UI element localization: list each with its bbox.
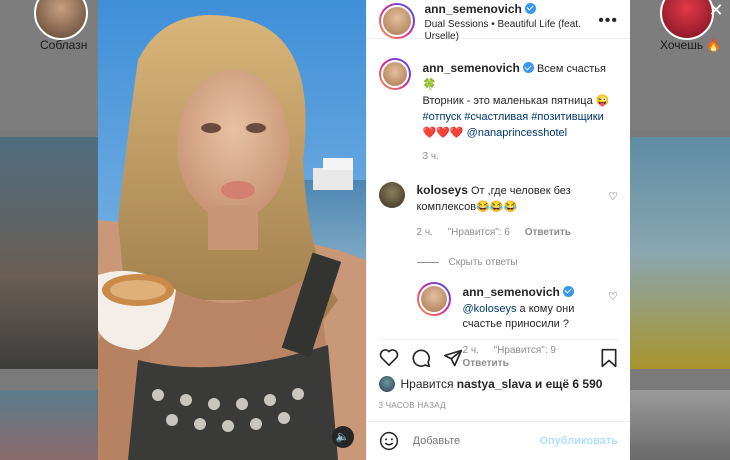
emoji-icon[interactable]: [379, 431, 399, 451]
comment-time[interactable]: 2 ч.: [417, 227, 433, 238]
caption: ann_semenovich Всем счастья 🍀 Вторник - …: [378, 58, 619, 165]
reply-button[interactable]: Ответить: [525, 227, 571, 238]
post-timestamp[interactable]: 3 ЧАСОВ НАЗАД: [379, 401, 446, 410]
header-username[interactable]: ann_semenovich: [425, 2, 522, 16]
grid-tile[interactable]: [0, 390, 98, 460]
heart-icon[interactable]: ♡: [608, 290, 618, 303]
hide-replies-label[interactable]: Скрыть ответы: [449, 257, 518, 268]
reply-mention[interactable]: @koloseys: [463, 303, 517, 315]
caption-hearts: ❤️❤️❤️: [422, 126, 464, 139]
verified-icon: [524, 2, 536, 14]
comment-item: koloseys От ,где человек без комплексов😂…: [378, 182, 618, 241]
sound-icon[interactable]: 🔈: [331, 426, 354, 448]
likes-count[interactable]: и ещё 6 590: [535, 377, 603, 391]
likes-prefix: Нравится: [400, 377, 454, 391]
story-label-left[interactable]: Соблазн: [40, 38, 87, 52]
comment-username[interactable]: koloseys: [417, 183, 468, 197]
reply-username[interactable]: ann_semenovich: [463, 285, 560, 299]
close-icon[interactable]: ✕: [708, 1, 724, 19]
grid-tile[interactable]: [630, 137, 730, 369]
comment-likes[interactable]: "Нравится": 6: [448, 227, 510, 238]
share-icon[interactable]: [443, 348, 463, 368]
grid-tile[interactable]: [0, 137, 98, 369]
heart-icon[interactable]: ♡: [608, 190, 618, 203]
avatar[interactable]: [378, 182, 405, 209]
caption-avatar-ring[interactable]: [378, 58, 411, 90]
more-options-icon[interactable]: •••: [598, 12, 618, 30]
verified-icon: [522, 62, 534, 73]
avatar[interactable]: [380, 60, 409, 88]
comment-input[interactable]: [410, 434, 535, 448]
comment-icon[interactable]: [411, 348, 431, 368]
likes-user[interactable]: nastya_slava: [457, 377, 532, 391]
grid-tile[interactable]: [630, 390, 730, 460]
caption-time[interactable]: 3 ч.: [423, 151, 439, 162]
avatar[interactable]: [380, 5, 413, 37]
caption-username[interactable]: ann_semenovich: [423, 61, 520, 75]
post-header: ann_semenovich Dual Sessions • Beautiful…: [366, 0, 630, 42]
caption-line2: Вторник - это маленькая пятница 😜: [422, 94, 610, 107]
heart-icon[interactable]: [379, 348, 399, 366]
avatar[interactable]: [378, 376, 395, 392]
story-label-right[interactable]: Хочешь 🔥: [660, 38, 721, 52]
caption-mention[interactable]: @nanaprincesshotel: [467, 127, 567, 139]
add-comment-bar: Опубликовать: [366, 421, 630, 460]
avatar[interactable]: [418, 283, 449, 314]
header-audio[interactable]: Dual Sessions • Beautiful Life (feat. Ur…: [425, 19, 599, 44]
action-bar: [378, 339, 618, 368]
verified-icon: [562, 285, 574, 297]
likes-summary: Нравится nastya_slava и ещё 6 590: [378, 376, 603, 392]
header-avatar-ring[interactable]: [378, 3, 415, 39]
divider: [416, 261, 439, 263]
comment-meta: 2 ч. "Нравится": 6 Ответить: [417, 226, 602, 241]
bookmark-icon[interactable]: [600, 348, 618, 368]
publish-button[interactable]: Опубликовать: [539, 435, 618, 447]
reply-avatar-ring[interactable]: [416, 281, 451, 316]
post-sidebar: ann_semenovich Dual Sessions • Beautiful…: [365, 0, 630, 460]
comments-list: ann_semenovich Всем счастья 🍀 Вторник - …: [378, 58, 619, 370]
hide-replies-button[interactable]: Скрыть ответы: [416, 257, 619, 268]
caption-hashtags[interactable]: #отпуск #счастливая #позитивщики: [423, 111, 604, 123]
post-video[interactable]: 🔈: [98, 0, 366, 460]
post-modal: 🔈 ann_semenovich Dual Sessions • Beautif…: [98, 0, 630, 460]
video-frame: [98, 0, 366, 460]
caption-meta: 3 ч.: [423, 150, 619, 165]
